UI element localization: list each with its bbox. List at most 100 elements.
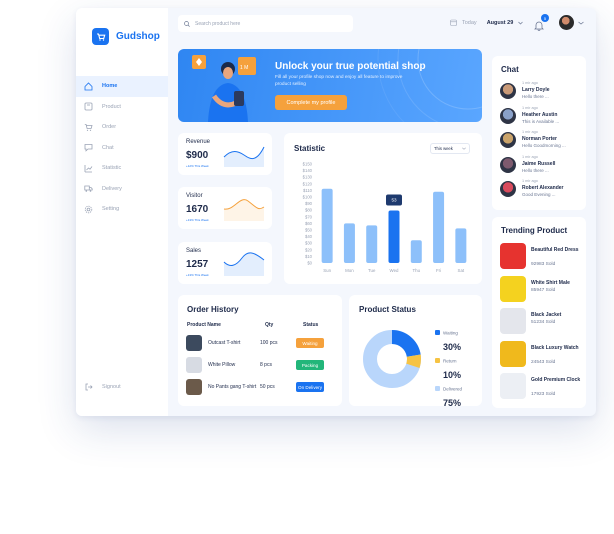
product-image: [500, 373, 526, 399]
column-header-product: Product Name: [187, 322, 221, 328]
status-badge: On Delivery: [296, 382, 324, 392]
legend-swatch: [435, 386, 440, 392]
notification-badge: 5: [541, 14, 549, 22]
statistic-card: Statistic This week $150 $140 $130 $120 $110…: [284, 133, 482, 284]
product-qty: 8 pcs: [260, 362, 272, 368]
sidebar-item-home[interactable]: Home: [76, 76, 168, 97]
y-tick-label: $60: [305, 221, 313, 226]
x-tick-label: Wed: [390, 268, 400, 273]
bar-mon[interactable]: [343, 223, 355, 263]
y-tick-label: $10: [305, 254, 313, 259]
x-tick-label: Tue: [368, 268, 376, 273]
stat-title: Visitor: [186, 193, 203, 199]
brand-logo[interactable]: Gudshop: [92, 28, 160, 45]
signout-button[interactable]: Signout: [84, 382, 121, 391]
table-row[interactable]: Outcast T-shirt 100 pcs Waiting: [186, 334, 334, 352]
cart-icon: [84, 123, 93, 132]
gear-icon: [84, 205, 93, 214]
legend-label: Return: [443, 358, 457, 364]
bar-sat[interactable]: [455, 228, 467, 263]
stat-value: 1257: [186, 259, 209, 270]
sidebar-item-delivery[interactable]: Delivery: [76, 179, 168, 200]
trending-item[interactable]: White Shirt Male 85947 Sold: [500, 275, 590, 304]
product-icon: [84, 102, 93, 111]
search-icon: [184, 20, 190, 27]
sidebar-item-label: Order: [102, 124, 117, 131]
sidebar-item-label: Setting: [102, 206, 120, 213]
date-value: August 29: [486, 19, 514, 26]
complete-profile-button[interactable]: Complete my profile: [275, 95, 347, 110]
product-sold: 85947 Sold: [531, 287, 556, 293]
product-name: No Pants gang T-shirt: [208, 383, 257, 390]
chat-time: 1 mir ago: [522, 154, 538, 159]
bar-fri[interactable]: [433, 191, 445, 263]
chat-name: Norman Porter: [522, 136, 558, 142]
chat-item[interactable]: 1 mir ago Heather Austin This is Available…: [500, 106, 590, 128]
product-thumbnail: [186, 357, 202, 373]
chat-message: Hello Goodmorning ...: [522, 143, 566, 148]
trending-title: Trending Product: [501, 226, 568, 235]
status-badge: Waiting: [296, 338, 324, 348]
chat-item[interactable]: 1 mir ago Norman Porter Hello Goodmorning …: [500, 130, 590, 152]
stat-value: 1670: [186, 204, 209, 215]
chat-avatar: [500, 83, 516, 99]
bar-thu[interactable]: [410, 240, 422, 263]
sparkline: [223, 146, 265, 167]
legend-swatch: [435, 330, 440, 336]
trending-item[interactable]: Beautiful Red Dress 92983 Sold: [500, 243, 590, 271]
product-name: White Shirt Male: [531, 279, 570, 286]
profile-chevron-icon[interactable]: [578, 21, 584, 25]
y-tick-label: $40: [305, 234, 313, 239]
table-row[interactable]: No Pants gang T-shirt 50 pcs On Delivery: [186, 378, 334, 396]
notification-button[interactable]: 5: [534, 14, 549, 36]
avatar[interactable]: [559, 15, 574, 30]
sidebar-item-label: Delivery: [102, 185, 122, 192]
stat-card-visitor[interactable]: Visitor 1670 +13% This Week: [178, 187, 272, 229]
status-legend-item: Return 10%: [435, 352, 461, 380]
y-tick-label: $30: [305, 241, 313, 246]
product-thumbnail: [186, 335, 202, 351]
chat-avatar: [500, 132, 516, 148]
chat-icon: [84, 143, 93, 152]
sparkline: [223, 252, 265, 276]
product-image: [500, 308, 526, 334]
sidebar-item-statistic[interactable]: Statistic: [76, 158, 168, 179]
product-name: White Pillow: [208, 361, 236, 368]
legend-swatch: [435, 358, 440, 364]
trending-item[interactable]: Gold Premium Clock 17923 Sold: [500, 373, 590, 401]
y-tick-label: $120: [303, 181, 313, 186]
sidebar-item-label: Product: [102, 103, 121, 110]
sidebar-item-product[interactable]: Product: [76, 97, 168, 118]
table-row[interactable]: White Pillow 8 pcs Packing: [186, 356, 334, 374]
y-tick-label: $150: [303, 162, 313, 167]
bar-tue[interactable]: [366, 225, 378, 263]
product-name: Black Jacket: [531, 312, 562, 318]
product-sold: 17923 Sold: [531, 392, 556, 397]
product-name: Outcast T-shirt: [208, 339, 241, 346]
date-picker[interactable]: Today August 29: [450, 19, 524, 26]
product-thumbnail: [186, 379, 202, 395]
search-bar[interactable]: Search product here: [178, 15, 353, 32]
stat-card-sales[interactable]: Sales 1257 +13% This Week: [178, 242, 272, 284]
chat-avatar: [500, 156, 516, 173]
sidebar-item-setting[interactable]: Setting: [76, 199, 168, 220]
column-header-qty: Qty: [265, 322, 274, 328]
trending-item[interactable]: Black Luxury Watch 24543 Sold: [500, 340, 590, 369]
sidebar-item-order[interactable]: Order: [76, 117, 168, 138]
bar-wed[interactable]: [388, 210, 400, 263]
trending-item[interactable]: Black Jacket 51234 Sold: [500, 308, 590, 336]
search-input[interactable]: Search product here: [195, 21, 240, 27]
bar-sun[interactable]: [321, 188, 333, 263]
chat-item[interactable]: 1 mir ago Jaime Russell Hello there ...: [500, 155, 590, 177]
chat-item[interactable]: 1 mir ago Larry Doyle Hello there ...: [500, 81, 590, 103]
cart-logo-icon: [92, 28, 109, 45]
y-tick-label: $80: [305, 208, 313, 213]
y-tick-label: $50: [305, 228, 313, 233]
stat-title: Sales: [186, 248, 202, 254]
y-tick-label: $130: [303, 175, 313, 180]
x-tick-label: Sat: [458, 268, 465, 273]
chat-avatar: [500, 181, 516, 197]
stat-card-revenue[interactable]: Revenue $900 +12% This Week: [178, 133, 272, 175]
sidebar-item-chat[interactable]: Chat: [76, 138, 168, 159]
chat-item[interactable]: 1 mir ago Robert Alexander Good Evening ..…: [500, 179, 590, 201]
